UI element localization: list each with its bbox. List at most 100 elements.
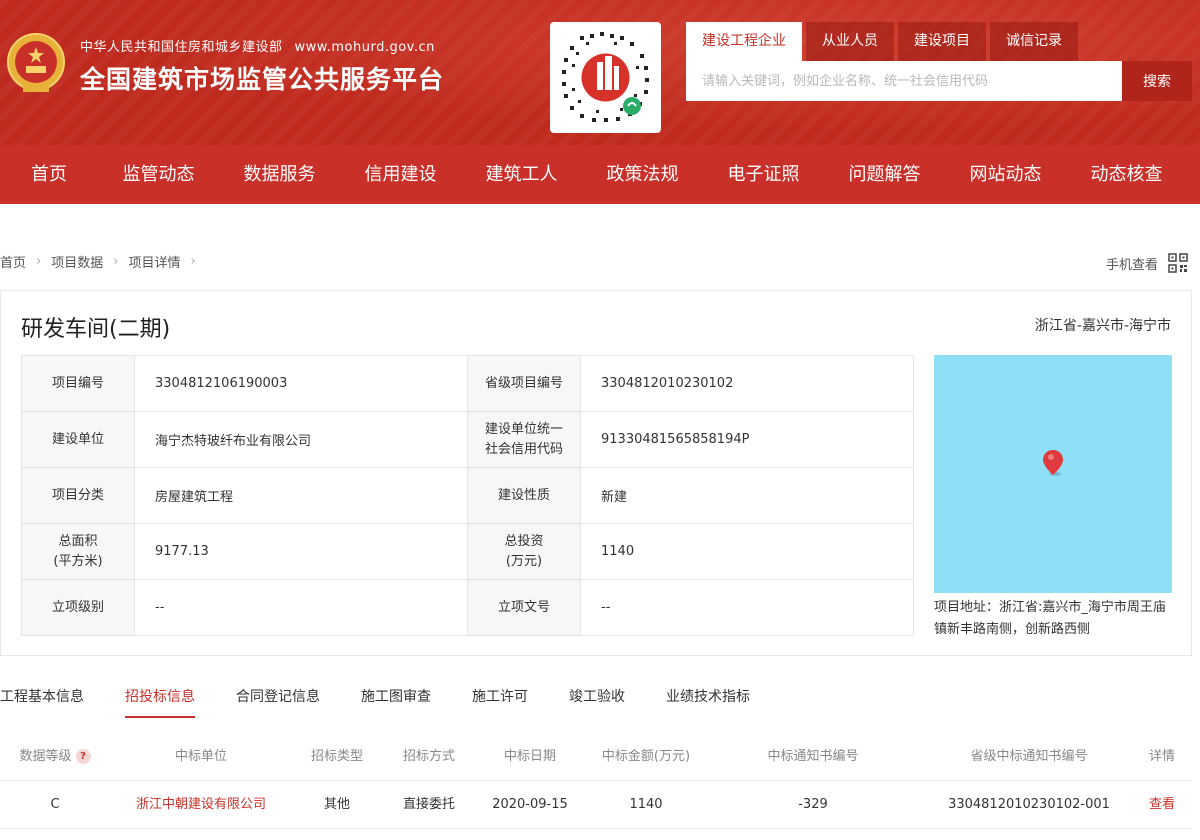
info-row: 立项级别 -- 立项文号 -- [21, 579, 914, 636]
breadcrumb: 首页 › 项目数据 › 项目详情 › [0, 252, 206, 271]
column-header: 中标日期 [503, 749, 556, 764]
ministry-url[interactable]: www.mohurd.gov.cn [295, 40, 435, 55]
field-label: 建设性质 [467, 467, 581, 524]
view-detail-link[interactable]: 查看 [1136, 781, 1188, 829]
field-value: 3304812010230102 [580, 355, 914, 412]
project-region: 浙江省-嘉兴市-海宁市 [1034, 318, 1171, 334]
project-location-map[interactable] [934, 355, 1172, 593]
table-row: C 浙江中朝建设有限公司 其他 直接委托 2020-09-15 1140 -32… [0, 781, 1192, 829]
search-tab-credit[interactable]: 诚信记录 [990, 22, 1078, 61]
column-header: 招标方式 [402, 749, 455, 764]
tab-construction-permit[interactable]: 施工许可 [472, 676, 528, 718]
nav-item-credit[interactable]: 信用建设 [340, 145, 461, 204]
map-pin-icon[interactable] [1042, 449, 1066, 477]
search-category-tabs: 建设工程企业 从业人员 建设项目 诚信记录 [686, 22, 1082, 61]
tab-contract-registration[interactable]: 合同登记信息 [236, 676, 320, 718]
column-header: 数据等级? [0, 733, 110, 781]
tab-drawing-review[interactable]: 施工图审查 [361, 676, 431, 718]
field-value: 3304812106190003 [134, 355, 468, 412]
tab-completion-acceptance[interactable]: 竣工验收 [569, 676, 625, 718]
tab-performance-indicators[interactable]: 业绩技术指标 [666, 676, 750, 718]
info-row: 项目分类 房屋建筑工程 建设性质 新建 [21, 467, 914, 524]
field-value: 房屋建筑工程 [134, 467, 468, 524]
info-row: 总面积 (平方米) 9177.13 总投资 (万元) 1140 [21, 523, 914, 580]
field-label: 总投资 (万元) [467, 523, 581, 580]
field-value: 91330481565858194P [580, 411, 914, 468]
bid-table-header: 数据等级? 中标单位 招标类型 招标方式 中标日期 中标金额(万元) 中标通知书… [0, 733, 1192, 781]
field-label: 省级项目编号 [467, 355, 581, 412]
site-header: 中华人民共和国住房和城乡建设部 www.mohurd.gov.cn 全国建筑市场监… [0, 0, 1200, 145]
search-tab-projects[interactable]: 建设项目 [898, 22, 986, 61]
bid-type: 其他 [323, 797, 350, 812]
project-info-table: 项目编号 3304812106190003 省级项目编号 33048120102301… [21, 355, 914, 636]
tab-basic-info[interactable]: 工程基本信息 [0, 676, 84, 718]
notice-number: -329 [798, 797, 828, 812]
project-title: 研发车间(二期) [21, 317, 171, 342]
field-value: 9177.13 [134, 523, 468, 580]
project-info-card: 研发车间(二期) 浙江省-嘉兴市-海宁市 项目编号 330481210619000… [0, 290, 1192, 656]
nav-item-supervision-news[interactable]: 监管动态 [98, 145, 219, 204]
detail-tabs: 工程基本信息 招投标信息 合同登记信息 施工图审查 施工许可 竣工验收 业绩技术… [0, 676, 791, 718]
project-address: 项目地址：浙江省:嘉兴市_海宁市周王庙镇新丰路南侧，创新路西侧 [934, 597, 1174, 641]
field-label: 建设单位统一 社会信用代码 [467, 411, 581, 468]
chevron-right-icon: › [190, 254, 196, 269]
column-header: 中标单位 [174, 749, 227, 764]
site-title[interactable]: 全国建筑市场监管公共服务平台 [80, 60, 444, 96]
column-header: 中标通知书编号 [767, 749, 859, 764]
field-label: 建设单位 [21, 411, 135, 468]
award-amount: 1140 [629, 797, 663, 812]
field-label: 项目编号 [21, 355, 135, 412]
column-header: 中标金额(万元) [601, 749, 691, 764]
chevron-right-icon: › [36, 254, 42, 269]
field-label: 立项文号 [467, 579, 581, 636]
nav-item-site-news[interactable]: 网站动态 [945, 145, 1066, 204]
ministry-label: 中华人民共和国住房和城乡建设部 [80, 40, 283, 55]
field-value: 1140 [580, 523, 914, 580]
info-row: 建设单位 海宁杰特玻纤布业有限公司 建设单位统一 社会信用代码 91330481565… [21, 411, 914, 468]
search-tab-personnel[interactable]: 从业人员 [806, 22, 894, 61]
help-icon[interactable]: ? [75, 749, 91, 764]
winning-company-link[interactable]: 浙江中朝建设有限公司 [110, 781, 292, 829]
breadcrumb-home[interactable]: 首页 [0, 252, 26, 271]
mini-program-qr-code [550, 22, 661, 133]
field-value: -- [580, 579, 914, 636]
nav-item-dynamic-check[interactable]: 动态核查 [1066, 145, 1187, 204]
column-header: 省级中标通知书编号 [970, 749, 1088, 764]
search-button[interactable]: 搜索 [1122, 61, 1192, 101]
field-label: 项目分类 [21, 467, 135, 524]
national-emblem-icon [7, 33, 65, 92]
bid-method: 直接委托 [402, 797, 455, 812]
field-label: 总面积 (平方米) [21, 523, 135, 580]
qr-code-icon [557, 29, 654, 126]
nav-item-data-service[interactable]: 数据服务 [219, 145, 340, 204]
mobile-view-link[interactable]: 手机查看 [1106, 253, 1188, 273]
info-row: 项目编号 3304812106190003 省级项目编号 33048120102301… [21, 355, 914, 412]
provincial-notice-number: 3304812010230102-001 [948, 797, 1110, 812]
field-label: 立项级别 [21, 579, 135, 636]
nav-item-workers[interactable]: 建筑工人 [461, 145, 582, 204]
nav-item-policy[interactable]: 政策法规 [582, 145, 703, 204]
column-header: 详情 [1148, 749, 1175, 764]
nav-item-faq[interactable]: 问题解答 [824, 145, 945, 204]
search-bar [686, 61, 1122, 101]
field-value: 新建 [580, 467, 914, 524]
field-value: 海宁杰特玻纤布业有限公司 [134, 411, 468, 468]
breadcrumb-project-data[interactable]: 项目数据 [51, 252, 103, 271]
field-value: -- [134, 579, 468, 636]
search-tab-enterprise[interactable]: 建设工程企业 [686, 22, 802, 61]
ministry-name: 中华人民共和国住房和城乡建设部 www.mohurd.gov.cn [80, 36, 435, 55]
column-header-label: 数据等级 [19, 749, 72, 764]
data-level: C [50, 797, 60, 812]
main-nav: 首页 监管动态 数据服务 信用建设 建筑工人 政策法规 电子证照 问题解答 网站… [0, 145, 1200, 204]
address-label: 项目地址： [934, 600, 1000, 615]
chevron-right-icon: › [113, 254, 119, 269]
column-header: 招标类型 [310, 749, 363, 764]
mobile-view-label: 手机查看 [1105, 257, 1158, 273]
breadcrumb-project-detail: 项目详情 [128, 256, 181, 271]
nav-item-e-license[interactable]: 电子证照 [703, 145, 824, 204]
award-date: 2020-09-15 [492, 797, 568, 812]
nav-item-home[interactable]: 首页 [0, 145, 98, 204]
search-input[interactable] [686, 61, 1122, 101]
qr-code-icon [1168, 253, 1188, 273]
tab-bidding-info[interactable]: 招投标信息 [125, 676, 195, 718]
